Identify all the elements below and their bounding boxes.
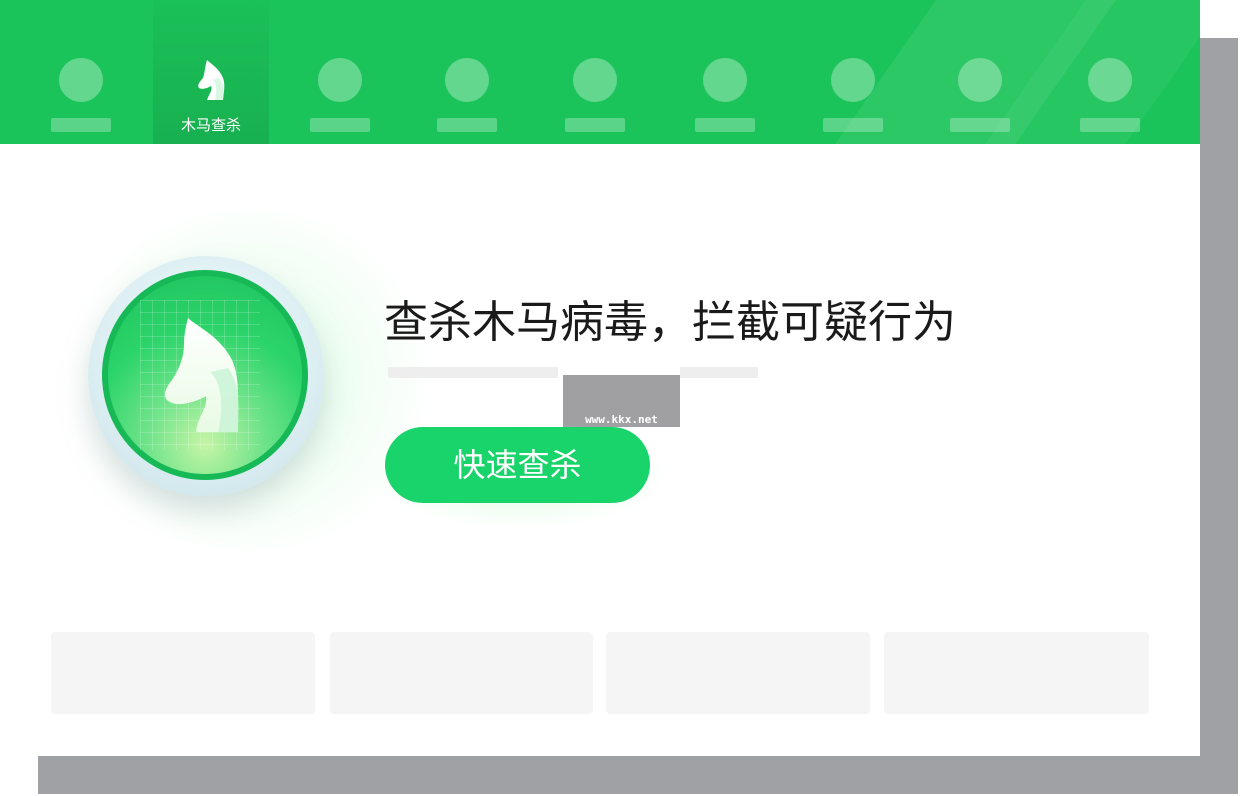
nav-tab-trojan-scan[interactable]: 木马查杀	[153, 0, 269, 144]
tab-label-placeholder	[823, 118, 883, 132]
window-shadow-right	[1200, 38, 1238, 794]
feature-card-placeholder[interactable]	[330, 632, 593, 714]
top-nav-bar: 木马查杀	[0, 0, 1200, 144]
tab-label-placeholder	[51, 118, 111, 132]
feature-card-placeholder[interactable]	[884, 632, 1149, 714]
tab-icon-placeholder	[958, 58, 1002, 102]
hero-headline: 查杀木马病毒，拦截可疑行为	[384, 297, 956, 348]
tab-label-placeholder	[565, 118, 625, 132]
tab-icon-placeholder	[59, 58, 103, 102]
tab-label-placeholder	[437, 118, 497, 132]
feature-card-placeholder[interactable]	[51, 632, 315, 714]
tab-label-placeholder	[695, 118, 755, 132]
nav-tab-9[interactable]	[1052, 0, 1168, 144]
nav-tab-4[interactable]	[409, 0, 525, 144]
tab-icon-placeholder	[831, 58, 875, 102]
tab-label-placeholder	[950, 118, 1010, 132]
nav-tab-6[interactable]	[667, 0, 783, 144]
tab-label-placeholder	[1080, 118, 1140, 132]
tab-icon-placeholder	[573, 58, 617, 102]
horse-shield-icon	[164, 318, 239, 432]
nav-tab-7[interactable]	[795, 0, 911, 144]
tab-label-placeholder	[310, 118, 370, 132]
nav-tab-1[interactable]	[23, 0, 139, 144]
tab-icon-placeholder	[318, 58, 362, 102]
horse-icon	[198, 60, 225, 100]
tab-icon-placeholder	[1088, 58, 1132, 102]
tab-icon-placeholder	[703, 58, 747, 102]
nav-tab-5[interactable]	[537, 0, 653, 144]
app-window: 木马查杀 查杀木马病毒，拦截可疑行为 快速查杀	[0, 0, 1200, 756]
quick-scan-button[interactable]: 快速查杀	[385, 427, 650, 503]
feature-card-placeholder[interactable]	[606, 632, 870, 714]
nav-tab-8[interactable]	[922, 0, 1038, 144]
tab-icon-placeholder	[445, 58, 489, 102]
window-shadow-bottom	[38, 756, 1238, 794]
tab-label: 木马查杀	[180, 116, 241, 134]
nav-tab-3[interactable]	[282, 0, 398, 144]
